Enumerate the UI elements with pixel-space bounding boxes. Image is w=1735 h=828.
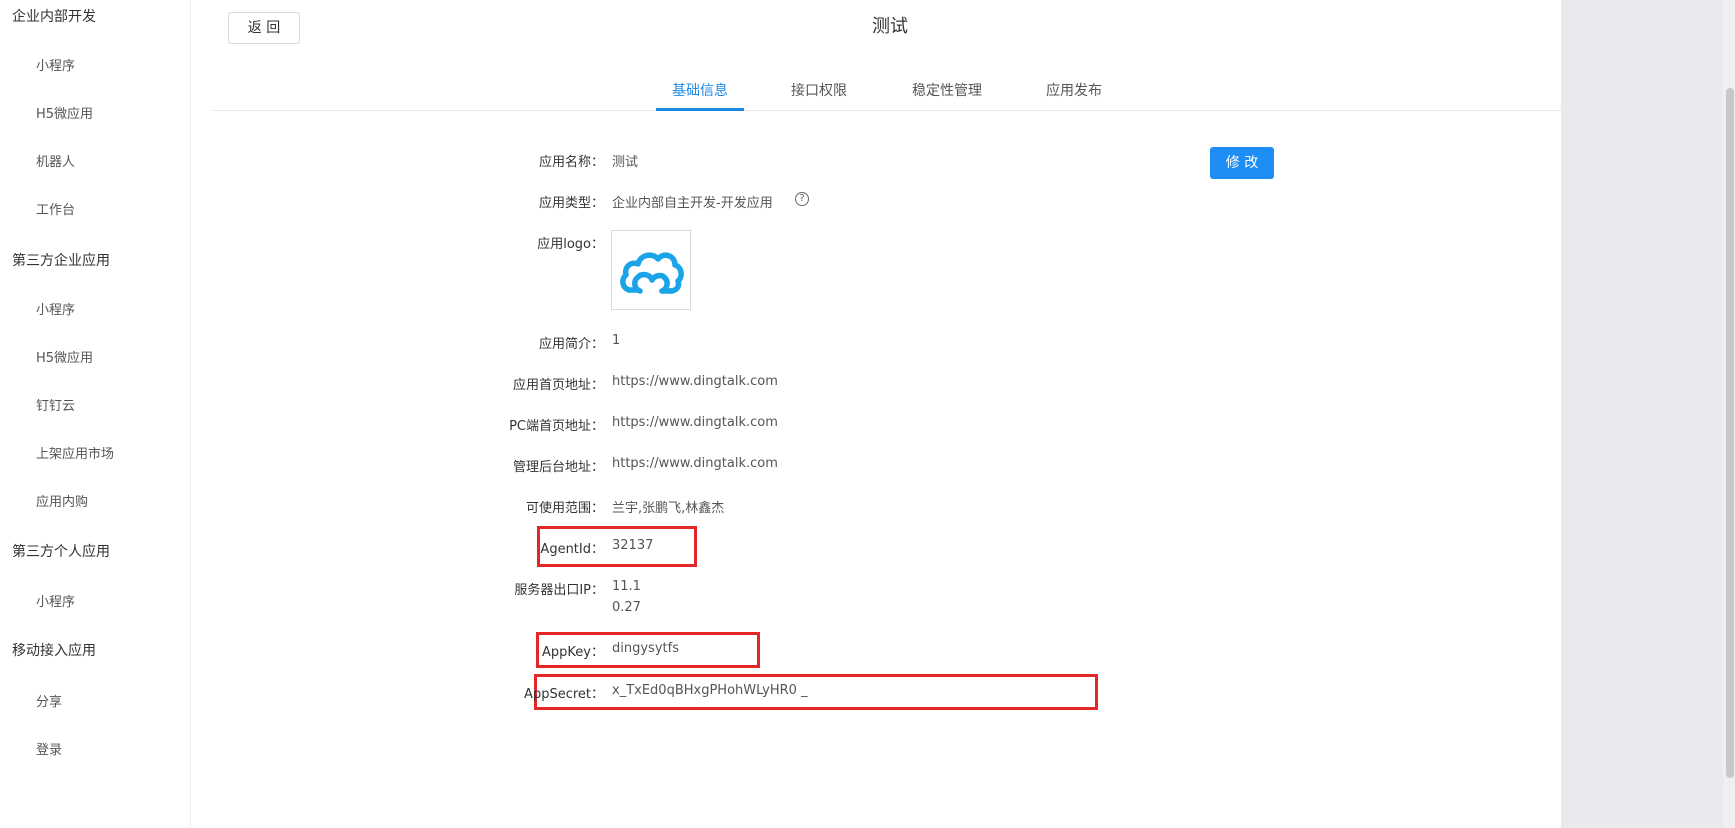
app-type-value: 企业内部自主开发-开发应用 [612, 196, 773, 211]
edit-button[interactable]: 修 改 [1210, 147, 1274, 179]
agentid-value: 32137 [612, 538, 654, 553]
app-name-value: 测试 [612, 155, 639, 170]
appsecret-value: x_TxEd0qBHxgPHohWLyHR0 _ [612, 683, 808, 698]
app-logo-label: 应用logo： [537, 237, 604, 252]
app-intro-value: 1 [612, 333, 621, 348]
appsecret-label: AppSecret： [524, 687, 604, 702]
page-title: 测试 [872, 16, 908, 37]
home-url-value[interactable]: https://www.dingtalk.com [612, 374, 778, 389]
sidebar-item-miniprogram[interactable]: 小程序 [36, 55, 75, 74]
tab-stability[interactable]: 稳定性管理 [912, 80, 982, 100]
admin-url-label: 管理后台地址： [512, 460, 604, 475]
server-ip-value-line2: 0.27 [612, 600, 641, 615]
sidebar-item-miniprogram[interactable]: 小程序 [36, 299, 75, 318]
sidebar-group-third-party-enterprise[interactable]: 第三方企业应用 [12, 250, 110, 270]
sidebar-item-market[interactable]: 上架应用市场 [36, 443, 114, 462]
scope-value: 兰宇,张鹏飞,林鑫杰 [612, 501, 725, 516]
app-type-label: 应用类型： [538, 196, 604, 211]
tab-bar: 基础信息 接口权限 稳定性管理 应用发布 [212, 80, 1561, 112]
home-url-label: 应用首页地址： [512, 378, 604, 393]
sidebar-item-login[interactable]: 登录 [36, 739, 62, 758]
sidebar-item-workbench[interactable]: 工作台 [36, 199, 75, 218]
back-button[interactable]: 返 回 [228, 12, 300, 44]
sidebar-item-h5[interactable]: H5微应用 [36, 103, 93, 122]
admin-url-value[interactable]: https://www.dingtalk.com [612, 456, 778, 471]
tabs-divider [212, 110, 1561, 111]
sidebar-item-dingcloud[interactable]: 钉钉云 [36, 395, 75, 414]
active-tab-indicator [656, 108, 744, 111]
pc-url-label: PC端首页地址： [509, 419, 604, 434]
dingtalk-cloud-logo-icon [620, 252, 684, 294]
agentid-label: AgentId： [540, 542, 604, 557]
appkey-value: dingysytfs [612, 641, 679, 656]
tab-basic-info[interactable]: 基础信息 [672, 80, 728, 100]
sidebar-item-share[interactable]: 分享 [36, 691, 62, 710]
sidebar-item-robot[interactable]: 机器人 [36, 151, 75, 170]
question-circle-icon[interactable]: ? [795, 192, 809, 206]
scope-label: 可使用范围： [525, 501, 604, 516]
pc-url-value[interactable]: https://www.dingtalk.com [612, 415, 778, 430]
server-ip-label: 服务器出口IP： [514, 583, 604, 598]
sidebar-divider [190, 0, 191, 828]
tab-api-permissions[interactable]: 接口权限 [791, 80, 847, 100]
right-gutter [1561, 0, 1735, 828]
sidebar-item-iap[interactable]: 应用内购 [36, 491, 88, 510]
sidebar: 企业内部开发 小程序 H5微应用 机器人 工作台 第三方企业应用 小程序 H5微… [0, 0, 190, 828]
sidebar-group-third-party-personal[interactable]: 第三方个人应用 [12, 541, 110, 561]
tab-publish[interactable]: 应用发布 [1046, 80, 1102, 100]
server-ip-value-line1: 11.1 [612, 579, 641, 594]
appkey-label: AppKey： [542, 645, 604, 660]
app-name-label: 应用名称： [538, 155, 604, 170]
app-logo[interactable] [611, 230, 691, 310]
scrollbar-thumb[interactable] [1726, 88, 1734, 778]
sidebar-item-h5[interactable]: H5微应用 [36, 347, 93, 366]
app-intro-label: 应用简介： [538, 337, 604, 352]
sidebar-item-miniprogram[interactable]: 小程序 [36, 591, 75, 610]
sidebar-group-mobile-access[interactable]: 移动接入应用 [12, 640, 96, 660]
sidebar-group-enterprise-internal[interactable]: 企业内部开发 [12, 6, 96, 26]
